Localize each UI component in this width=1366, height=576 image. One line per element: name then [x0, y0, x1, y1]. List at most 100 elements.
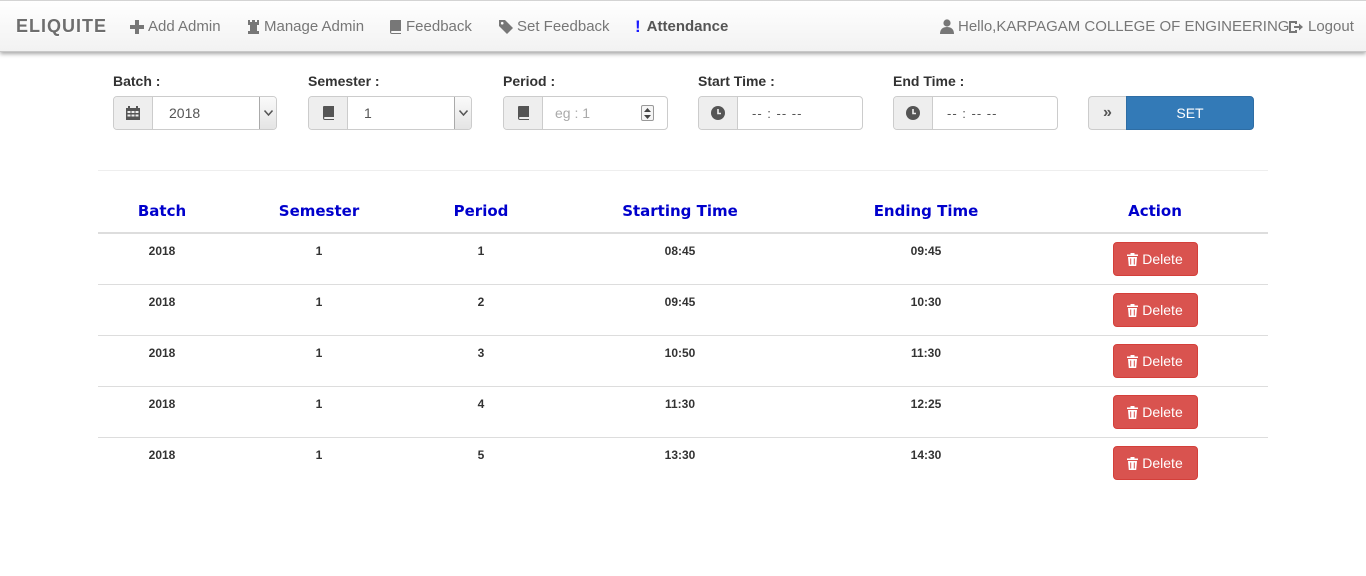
table-row: 2018 1 1 08:45 09:45 Delete — [98, 234, 1268, 285]
cell-period: 3 — [477, 346, 485, 360]
delete-button[interactable]: Delete — [1112, 293, 1198, 327]
period-input[interactable]: eg : 1 — [543, 97, 667, 129]
batch-select[interactable]: 2018 — [153, 97, 276, 129]
logout-button[interactable]: Logout — [1289, 18, 1354, 35]
end-time-placeholder: -- : -- -- — [947, 105, 998, 121]
cell-period: 1 — [477, 244, 485, 258]
delete-label: Delete — [1142, 353, 1183, 369]
semester-select[interactable]: 1 — [348, 97, 471, 129]
cell-semester: 1 — [315, 346, 323, 360]
exclamation-icon: ! — [635, 17, 641, 36]
trash-icon — [1127, 303, 1139, 317]
batch-select-value: 2018 — [169, 105, 201, 121]
nav-manage-admin[interactable]: Manage Admin — [247, 18, 364, 35]
header-ending-time: Ending Time — [873, 202, 979, 220]
logout-label: Logout — [1308, 18, 1354, 35]
end-time-label: End Time : — [893, 73, 965, 89]
cell-batch: 2018 — [148, 346, 176, 360]
tower-icon — [248, 19, 259, 34]
cell-batch: 2018 — [148, 397, 176, 411]
chevron-down-icon[interactable] — [259, 97, 276, 129]
nav-label: Manage Admin — [264, 18, 365, 35]
number-spinner[interactable] — [641, 105, 654, 121]
logout-icon — [1289, 20, 1303, 33]
cell-action: Delete — [1042, 336, 1268, 386]
chevron-down-icon[interactable] — [454, 97, 471, 129]
header-action: Action — [1128, 202, 1182, 220]
start-time-input[interactable]: -- : -- -- — [738, 97, 862, 129]
divider — [98, 170, 1268, 171]
cell-end-time: 09:45 — [910, 244, 942, 258]
nav-attendance[interactable]: ! Attendance — [635, 18, 728, 35]
nav-label: Set Feedback — [517, 18, 610, 35]
semester-label: Semester : — [308, 73, 380, 89]
clock-icon — [894, 97, 933, 129]
cell-action: Delete — [1042, 387, 1268, 437]
nav-add-admin[interactable]: Add Admin — [130, 18, 221, 35]
user-greeting[interactable]: Hello,KARPAGAM COLLEGE OF ENGINEERING — [940, 18, 1289, 35]
double-chevron-right-icon: » — [1088, 96, 1126, 130]
cell-start-time: 11:30 — [664, 397, 696, 411]
cell-end-time: 10:30 — [910, 295, 942, 309]
attendance-table: Batch Semester Period Starting Time Endi… — [98, 190, 1268, 489]
cell-period: 4 — [477, 397, 485, 411]
table-row: 2018 1 5 13:30 14:30 Delete — [98, 438, 1268, 489]
trash-icon — [1127, 456, 1139, 470]
cell-period: 5 — [477, 448, 485, 462]
cell-batch: 2018 — [148, 448, 176, 462]
cell-period: 2 — [477, 295, 485, 309]
semester-select-value: 1 — [364, 105, 372, 121]
cell-batch: 2018 — [148, 244, 176, 258]
delete-label: Delete — [1142, 404, 1183, 420]
cell-start-time: 08:45 — [664, 244, 696, 258]
delete-button[interactable]: Delete — [1112, 344, 1198, 378]
set-button[interactable]: SET — [1126, 96, 1254, 130]
brand-logo[interactable]: ELIQUITE — [16, 16, 107, 37]
delete-label: Delete — [1142, 251, 1183, 267]
end-time-input[interactable]: -- : -- -- — [933, 97, 1057, 129]
cell-batch: 2018 — [148, 295, 176, 309]
header-batch: Batch — [137, 202, 187, 220]
book-icon — [309, 97, 348, 129]
table-row: 2018 1 3 10:50 11:30 Delete — [98, 336, 1268, 387]
cell-semester: 1 — [315, 397, 323, 411]
delete-label: Delete — [1142, 455, 1183, 471]
cell-start-time: 13:30 — [664, 448, 696, 462]
delete-button[interactable]: Delete — [1112, 242, 1198, 276]
cell-end-time: 12:25 — [910, 397, 942, 411]
table-row: 2018 1 2 09:45 10:30 Delete — [98, 285, 1268, 336]
cell-end-time: 14:30 — [910, 448, 942, 462]
period-placeholder: eg : 1 — [555, 105, 591, 121]
delete-label: Delete — [1142, 302, 1183, 318]
user-icon — [940, 19, 954, 34]
start-time-field: Start Time : -- : -- -- — [698, 73, 863, 130]
cell-semester: 1 — [315, 448, 323, 462]
user-name: Hello,KARPAGAM COLLEGE OF ENGINEERING — [958, 18, 1290, 35]
nav-set-feedback[interactable]: Set Feedback — [499, 18, 610, 35]
period-input-group: eg : 1 — [503, 96, 668, 130]
delete-button[interactable]: Delete — [1112, 395, 1198, 429]
cell-end-time: 11:30 — [910, 346, 942, 360]
cell-start-time: 10:50 — [664, 346, 696, 360]
period-label: Period : — [503, 73, 556, 89]
book-icon — [504, 97, 543, 129]
cell-start-time: 09:45 — [664, 295, 696, 309]
semester-field: Semester : 1 — [308, 73, 472, 130]
nav-feedback[interactable]: Feedback — [389, 18, 472, 35]
table-row: 2018 1 4 11:30 12:25 Delete — [98, 387, 1268, 438]
trash-icon — [1127, 354, 1139, 368]
trash-icon — [1127, 405, 1139, 419]
end-time-field: End Time : -- : -- -- — [893, 73, 1058, 130]
table-header: Batch Semester Period Starting Time Endi… — [98, 190, 1268, 234]
clock-icon — [699, 97, 738, 129]
header-starting-time: Starting Time — [622, 202, 738, 220]
cell-semester: 1 — [315, 244, 323, 258]
trash-icon — [1127, 252, 1139, 266]
cell-action: Delete — [1042, 438, 1268, 489]
delete-button[interactable]: Delete — [1112, 446, 1198, 480]
semester-input-group: 1 — [308, 96, 472, 130]
start-time-input-group: -- : -- -- — [698, 96, 863, 130]
period-field: Period : eg : 1 — [503, 73, 668, 130]
nav-label: Attendance — [646, 18, 729, 35]
batch-input-group: 2018 — [113, 96, 277, 130]
